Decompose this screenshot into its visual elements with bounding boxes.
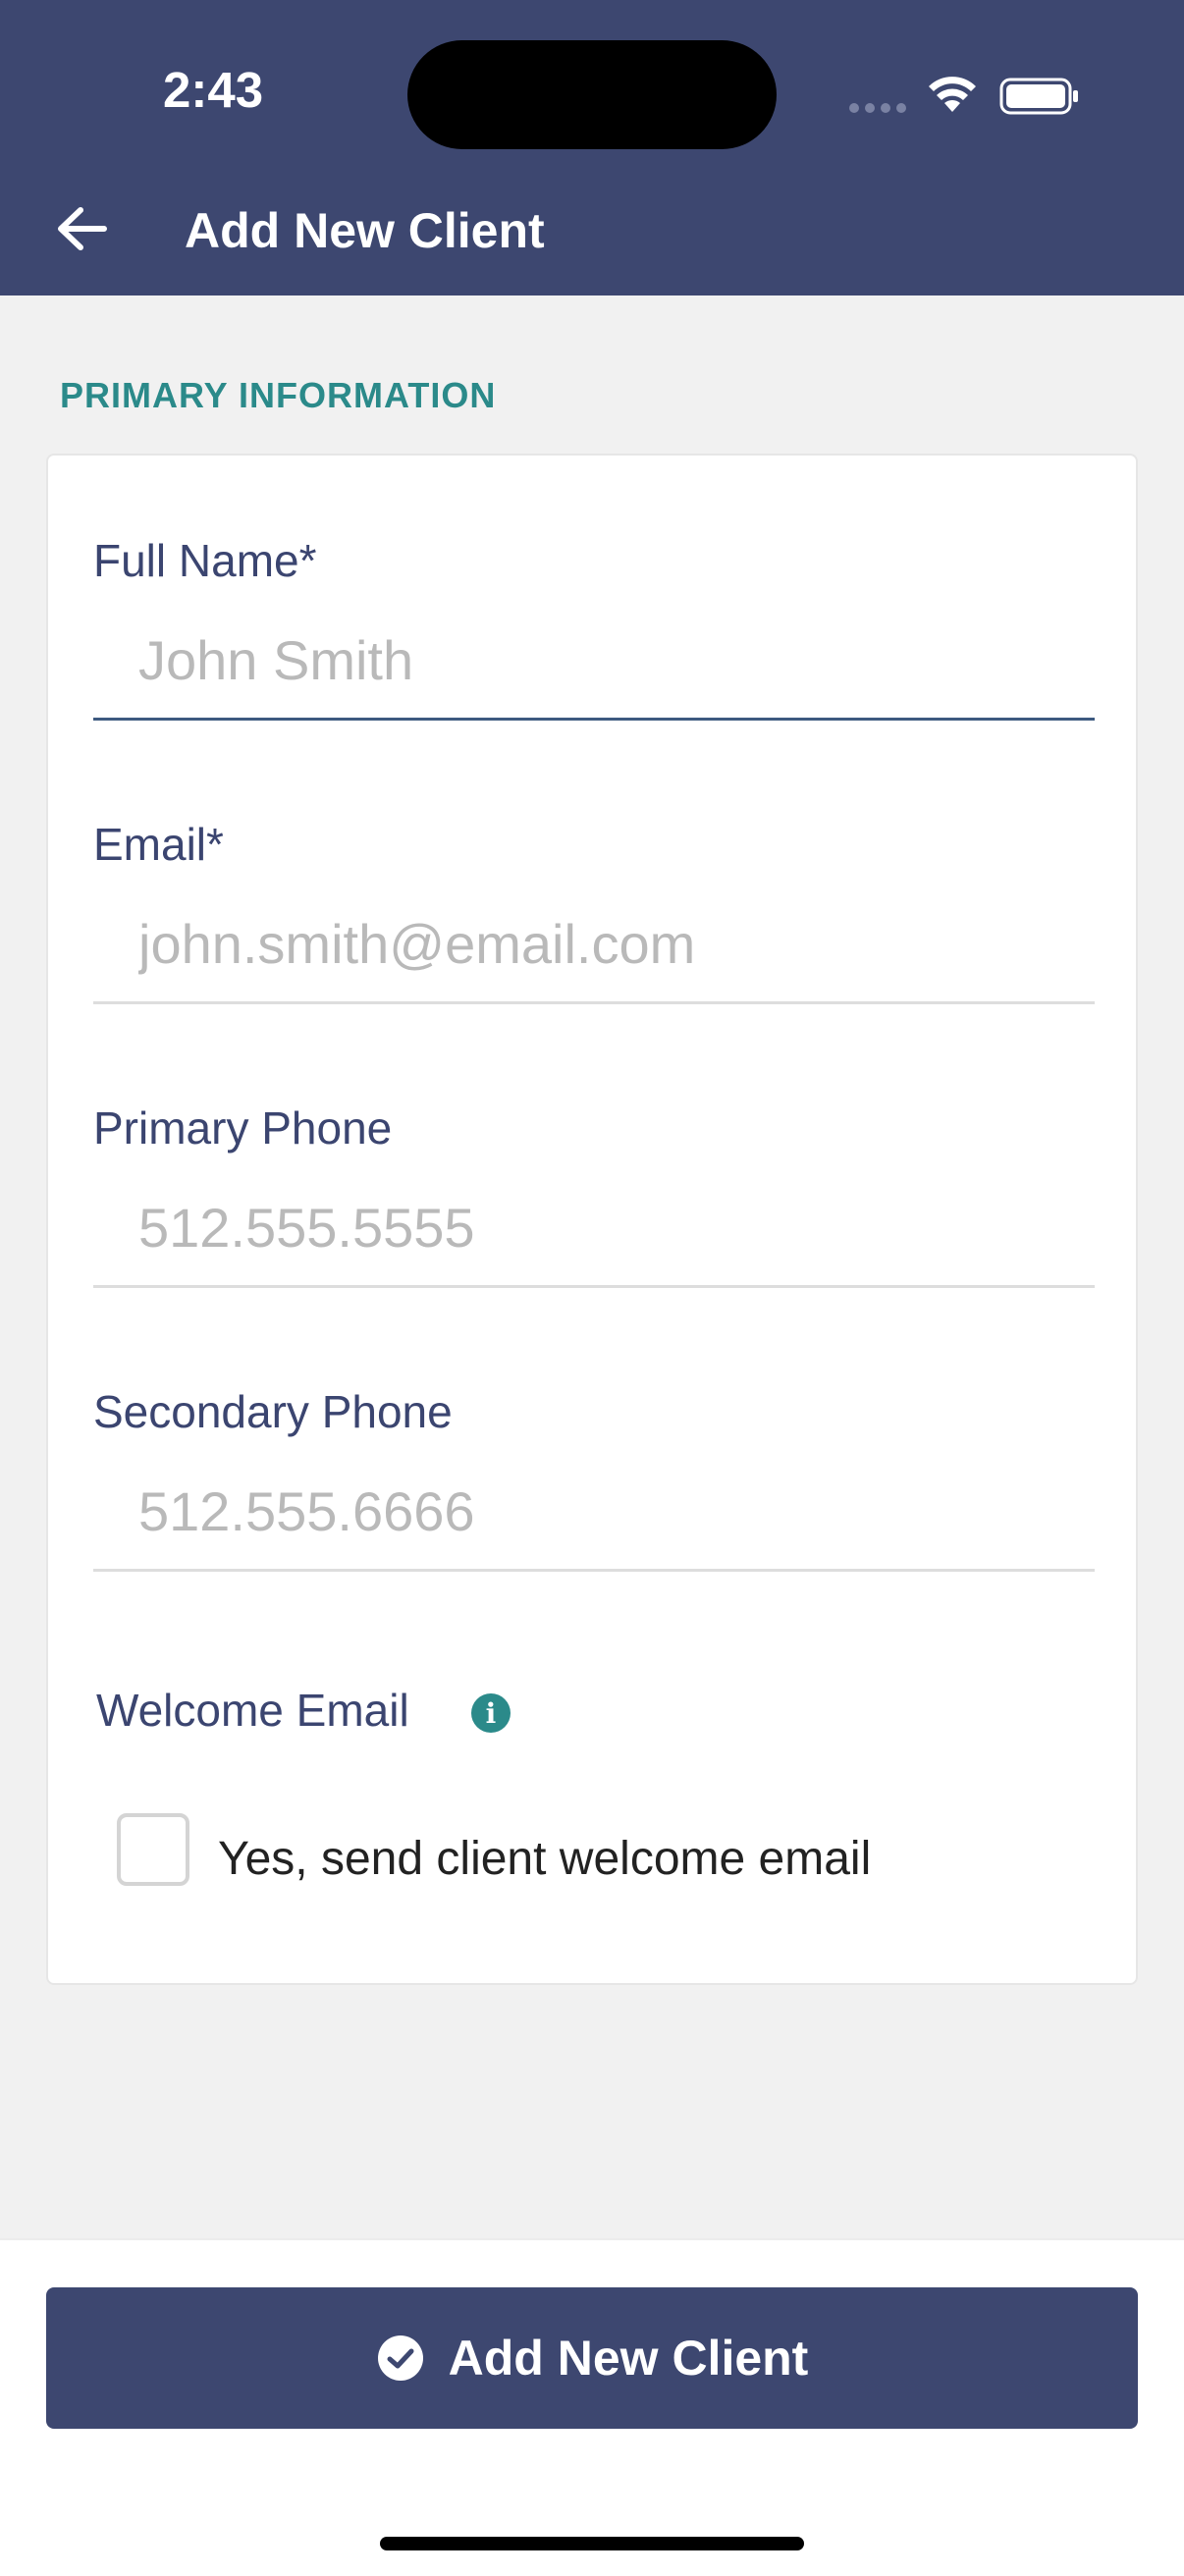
back-button[interactable] [49, 196, 114, 261]
wifi-icon [929, 77, 976, 112]
welcome-email-checkbox[interactable] [117, 1813, 189, 1886]
cellular-signal-icon [849, 103, 906, 113]
info-icon[interactable]: i [471, 1693, 511, 1733]
primary-phone-input[interactable] [93, 1170, 1095, 1288]
battery-icon [999, 78, 1078, 115]
add-new-client-button[interactable]: Add New Client [46, 2287, 1138, 2429]
footer-bar: Add New Client [0, 2238, 1184, 2576]
app-header: 2:43 Add New Client [0, 0, 1184, 295]
page-title: Add New Client [185, 203, 545, 258]
dynamic-island [407, 40, 777, 149]
full-name-input[interactable] [93, 603, 1095, 721]
email-input[interactable] [93, 886, 1095, 1004]
email-label: Email* [93, 819, 224, 870]
status-time: 2:43 [163, 62, 264, 118]
add-new-client-button-label: Add New Client [448, 2331, 809, 2386]
home-indicator [380, 2537, 804, 2550]
arrow-left-icon [58, 207, 107, 250]
full-name-label: Full Name* [93, 535, 317, 586]
check-circle-icon [377, 2335, 423, 2381]
secondary-phone-input[interactable] [93, 1454, 1095, 1572]
section-title: PRIMARY INFORMATION [60, 375, 497, 415]
welcome-email-label: Welcome Email [96, 1685, 409, 1736]
welcome-email-checkbox-label[interactable]: Yes, send client welcome email [218, 1832, 871, 1886]
secondary-phone-label: Secondary Phone [93, 1386, 453, 1437]
primary-phone-label: Primary Phone [93, 1102, 393, 1154]
primary-information-card: Full Name* Email* Primary Phone Secondar… [46, 454, 1138, 1985]
